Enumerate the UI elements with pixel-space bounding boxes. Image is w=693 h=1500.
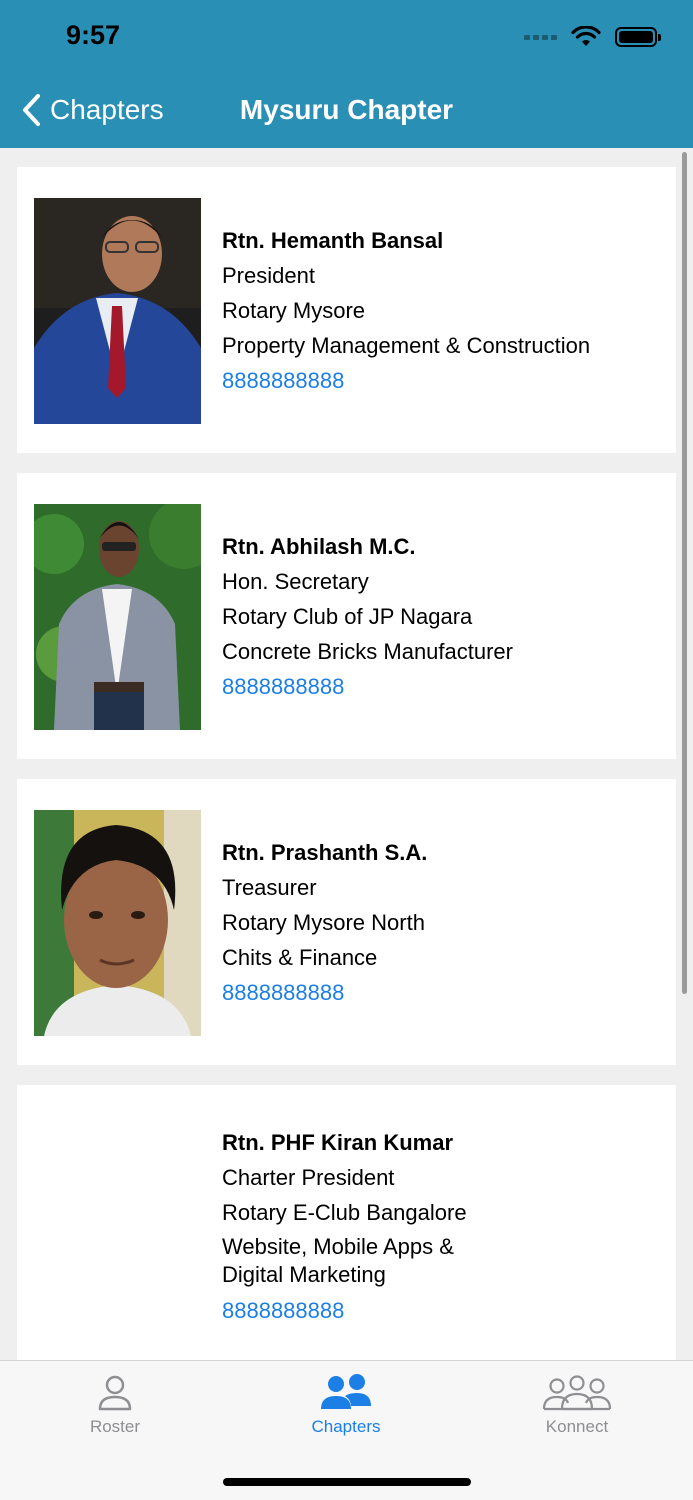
member-info: Rtn. PHF Kiran Kumar Charter President R… bbox=[222, 1125, 496, 1328]
tab-label: Roster bbox=[89, 1417, 141, 1436]
member-name: Rtn. Abhilash M.C. bbox=[222, 534, 416, 559]
member-business: Chits & Finance bbox=[222, 945, 378, 970]
member-phone-link[interactable]: 8888888888 bbox=[222, 1293, 496, 1328]
member-photo bbox=[34, 198, 201, 424]
tab-konnect[interactable]: Konnect bbox=[497, 1373, 657, 1437]
member-business: Property Management & Construction bbox=[222, 333, 591, 358]
battery-icon bbox=[615, 27, 661, 47]
member-business: Concrete Bricks Manufacturer bbox=[222, 639, 513, 664]
member-card[interactable]: Rtn. Hemanth Bansal President Rotary Mys… bbox=[17, 167, 676, 453]
member-list[interactable]: Rtn. Hemanth Bansal President Rotary Mys… bbox=[0, 148, 693, 1360]
group-icon bbox=[542, 1375, 612, 1411]
member-info: Rtn. Abhilash M.C. Hon. Secretary Rotary… bbox=[222, 529, 656, 704]
member-photo bbox=[34, 504, 201, 730]
member-club: Rotary Club of JP Nagara bbox=[222, 604, 473, 629]
member-phone-link[interactable]: 8888888888 bbox=[222, 975, 656, 1010]
member-info: Rtn. Prashanth S.A. Treasurer Rotary Mys… bbox=[222, 835, 656, 1010]
home-indicator[interactable] bbox=[223, 1478, 471, 1486]
member-card[interactable]: Rtn. PHF Kiran Kumar Charter President R… bbox=[17, 1085, 676, 1360]
member-name: Rtn. Prashanth S.A. bbox=[222, 840, 428, 865]
member-phone-link[interactable]: 8888888888 bbox=[222, 669, 656, 704]
member-card[interactable]: Rtn. Abhilash M.C. Hon. Secretary Rotary… bbox=[17, 473, 676, 759]
tab-chapters[interactable]: Chapters bbox=[266, 1373, 426, 1437]
member-role: President bbox=[222, 263, 315, 288]
member-role: Treasurer bbox=[222, 875, 317, 900]
member-card[interactable]: Rtn. Prashanth S.A. Treasurer Rotary Mys… bbox=[17, 779, 676, 1065]
member-name: Rtn. PHF Kiran Kumar bbox=[222, 1130, 454, 1155]
people-icon bbox=[321, 1374, 371, 1409]
member-role: Hon. Secretary bbox=[222, 569, 369, 594]
signal-icon bbox=[524, 34, 557, 40]
member-info: Rtn. Hemanth Bansal President Rotary Mys… bbox=[222, 223, 656, 398]
tab-label: Konnect bbox=[545, 1417, 609, 1436]
wifi-icon bbox=[571, 26, 601, 46]
member-business: Website, Mobile Apps & Digital Marketing bbox=[222, 1234, 454, 1287]
status-time: 9:57 bbox=[66, 20, 121, 50]
tab-label: Chapters bbox=[311, 1417, 381, 1436]
member-role: Charter President bbox=[222, 1165, 395, 1190]
member-phone-link[interactable]: 8888888888 bbox=[222, 363, 656, 398]
nav-header: 9:57 Chapters Mysuru Chapter bbox=[0, 0, 693, 148]
status-icons bbox=[524, 26, 661, 48]
member-name: Rtn. Hemanth Bansal bbox=[222, 228, 444, 253]
member-club: Rotary E-Club Bangalore bbox=[222, 1200, 467, 1225]
tab-roster[interactable]: Roster bbox=[35, 1373, 195, 1437]
page-title: Mysuru Chapter bbox=[239, 94, 454, 125]
member-club: Rotary Mysore bbox=[222, 298, 366, 323]
member-photo bbox=[34, 810, 201, 1036]
scrollbar[interactable] bbox=[682, 152, 687, 994]
person-icon bbox=[98, 1375, 132, 1411]
member-club: Rotary Mysore North bbox=[222, 910, 425, 935]
